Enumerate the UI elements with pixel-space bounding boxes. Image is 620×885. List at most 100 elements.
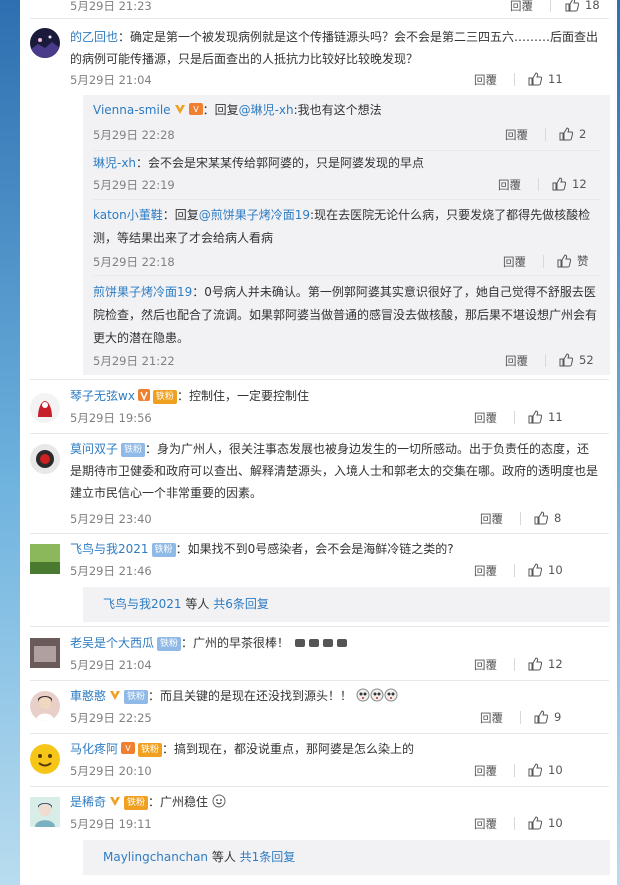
avatar[interactable] bbox=[30, 544, 60, 574]
reply-button[interactable]: 回覆 bbox=[505, 127, 528, 143]
reply-button[interactable]: 回覆 bbox=[510, 0, 533, 14]
avatar[interactable] bbox=[30, 444, 60, 474]
comment-body: ：如果找不到0号感染者，会不会是海鲜冷链之类的? bbox=[175, 542, 454, 556]
divider bbox=[30, 533, 609, 534]
thumbs-up-icon bbox=[557, 254, 571, 268]
like-button[interactable]: 12 bbox=[528, 655, 563, 673]
surprised-emoji-icon bbox=[356, 688, 370, 702]
comment-meta: 5月29日 19:11 回覆 10 bbox=[70, 814, 600, 834]
surprised-emoji-icon bbox=[370, 688, 384, 702]
subreply-time: 5月29日 22:18 bbox=[93, 255, 175, 269]
reply-button[interactable]: 回覆 bbox=[474, 816, 497, 832]
comment-text: 車憨憨 铁粉 ：而且关键的是现在还没找到源头！！ bbox=[70, 685, 600, 707]
like-button[interactable]: 8 bbox=[534, 509, 561, 527]
username-link[interactable]: Vienna-smile bbox=[93, 103, 171, 117]
comment-time: 5月29日 19:56 bbox=[70, 411, 152, 425]
fan-badge: 铁粉 bbox=[121, 443, 146, 457]
comment-text: 老吴是个大西瓜 铁粉 ：广州的早茶很棒！ bbox=[70, 632, 600, 654]
username-link[interactable]: 琳児-xh bbox=[93, 156, 136, 170]
like-button[interactable]: 2 bbox=[559, 125, 586, 143]
like-button[interactable]: 52 bbox=[559, 351, 594, 369]
like-count: 赞 bbox=[577, 254, 589, 268]
subreply-text: katon小董鞋：回复@煎饼果子烤冷面19:现在去医院无论什么病，只要发烧了都得… bbox=[93, 204, 603, 250]
reply-button[interactable]: 回覆 bbox=[505, 353, 528, 369]
fist-emoji-icon bbox=[294, 639, 305, 647]
like-button[interactable]: 10 bbox=[528, 561, 563, 579]
like-button[interactable]: 9 bbox=[534, 708, 561, 726]
like-button[interactable]: 11 bbox=[528, 408, 563, 426]
username-link[interactable]: 煎饼果子烤冷面19 bbox=[93, 285, 192, 299]
comment-text: 莫问双子 铁粉 ：身为广州人，很关注事态发展也被身边发生的一切所感动。出于负责任的态… bbox=[70, 438, 600, 504]
reply-button[interactable]: 回覆 bbox=[503, 254, 526, 270]
divider bbox=[30, 733, 609, 734]
comment-time: 5月29日 21:23 bbox=[70, 0, 152, 13]
fist-emoji-icon bbox=[336, 639, 347, 647]
reply-button[interactable]: 回覆 bbox=[474, 410, 497, 426]
divider bbox=[30, 18, 609, 19]
thumbs-up-icon bbox=[528, 657, 542, 671]
comment-time: 5月29日 21:04 bbox=[70, 658, 152, 672]
username-link[interactable]: 老吴是个大西瓜 bbox=[70, 636, 154, 650]
username-link[interactable]: 的乙回也 bbox=[70, 30, 118, 44]
comment-body: ：而且关键的是现在还没找到源头！！ bbox=[148, 689, 353, 703]
username-link[interactable]: 琴子无弦wx bbox=[70, 389, 135, 403]
avatar[interactable] bbox=[30, 393, 60, 423]
divider bbox=[30, 680, 609, 681]
username-link[interactable]: 車憨憨 bbox=[70, 689, 106, 703]
like-count: 11 bbox=[548, 72, 563, 86]
username-link[interactable]: 飞鸟与我2021 bbox=[103, 597, 182, 611]
avatar[interactable] bbox=[30, 691, 60, 721]
username-link[interactable]: katon小董鞋 bbox=[93, 208, 163, 222]
reply-button[interactable]: 回覆 bbox=[474, 72, 497, 88]
like-button[interactable]: 10 bbox=[528, 761, 563, 779]
like-button[interactable]: 11 bbox=[528, 70, 563, 88]
more-replies-bar[interactable]: Maylingchanchan 等人 共1条回复 bbox=[83, 840, 610, 875]
subreply-panel: Vienna-smile V ：回复@琳児-xh:我也有这个想法 5月29日 22:… bbox=[83, 95, 610, 375]
reply-button[interactable]: 回覆 bbox=[480, 511, 503, 527]
more-replies-link[interactable]: 共6条回复 bbox=[213, 597, 269, 611]
divider bbox=[93, 275, 600, 276]
fist-emoji-icon bbox=[322, 639, 333, 647]
comment-text: 飞鸟与我2021 铁粉 ：如果找不到0号感染者，会不会是海鲜冷链之类的? bbox=[70, 538, 600, 560]
more-replies-bar[interactable]: 飞鸟与我2021 等人 共6条回复 bbox=[83, 587, 610, 622]
reply-button[interactable]: 回覆 bbox=[498, 177, 521, 193]
reply-button[interactable]: 回覆 bbox=[474, 657, 497, 673]
comment-text: 的乙回也：确定是第一个被发现病例就是这个传播链源头吗？会不会是第二三四五六………… bbox=[70, 26, 600, 70]
avatar[interactable] bbox=[30, 638, 60, 668]
mention-link[interactable]: @煎饼果子烤冷面19 bbox=[199, 208, 310, 222]
avatar[interactable] bbox=[30, 797, 60, 827]
comment-meta: 5月29日 21:04 回覆 11 bbox=[70, 70, 600, 90]
username-link[interactable]: 莫问双子 bbox=[70, 442, 118, 456]
like-button[interactable]: 12 bbox=[552, 175, 587, 193]
mention-link[interactable]: @琳児-xh bbox=[239, 103, 294, 117]
comment-meta: 5月29日 19:56 回覆 11 bbox=[70, 408, 600, 428]
divider bbox=[30, 433, 609, 434]
subreply-meta: 5月29日 21:22 回覆 52 bbox=[93, 351, 603, 371]
like-button[interactable]: 10 bbox=[528, 814, 563, 832]
like-button[interactable]: 18 bbox=[565, 0, 600, 14]
comment-list: 5月29日 21:23 回覆 18 的乙回也：确定是第一个被发现病例就是这个传播… bbox=[20, 0, 617, 885]
divider bbox=[30, 786, 609, 787]
comment-text: 马化疼阿 V 铁粉 ：搞到现在，都没说重点，那阿婆是怎么染上的 bbox=[70, 738, 600, 760]
avatar[interactable] bbox=[30, 744, 60, 774]
fist-emoji-icon bbox=[308, 639, 319, 647]
like-button[interactable]: 赞 bbox=[557, 252, 589, 270]
reply-button[interactable]: 回覆 bbox=[474, 563, 497, 579]
more-replies-link[interactable]: 共1条回复 bbox=[240, 850, 296, 864]
avatar[interactable] bbox=[30, 28, 60, 58]
comment-time: 5月29日 22:25 bbox=[70, 711, 152, 725]
divider bbox=[93, 150, 600, 151]
divider bbox=[550, 0, 551, 12]
subreply-meta: 5月29日 22:19 回覆 12 bbox=[93, 175, 603, 195]
username-link[interactable]: 马化疼阿 bbox=[70, 742, 118, 756]
username-link[interactable]: 飞鸟与我2021 bbox=[70, 542, 149, 556]
comment-time: 5月29日 21:04 bbox=[70, 73, 152, 87]
thumbs-up-icon bbox=[559, 127, 573, 141]
reply-button[interactable]: 回覆 bbox=[474, 763, 497, 779]
username-link[interactable]: Maylingchanchan bbox=[103, 850, 208, 864]
comment-meta: 5月29日 21:46 回覆 10 bbox=[70, 561, 600, 581]
subreply-text: 琳児-xh：会不会是宋某某传给郭阿婆的，只是阿婆发现的早点 bbox=[93, 152, 603, 175]
like-count: 11 bbox=[548, 410, 563, 424]
username-link[interactable]: 是稀奇 bbox=[70, 795, 106, 809]
reply-button[interactable]: 回覆 bbox=[480, 710, 503, 726]
